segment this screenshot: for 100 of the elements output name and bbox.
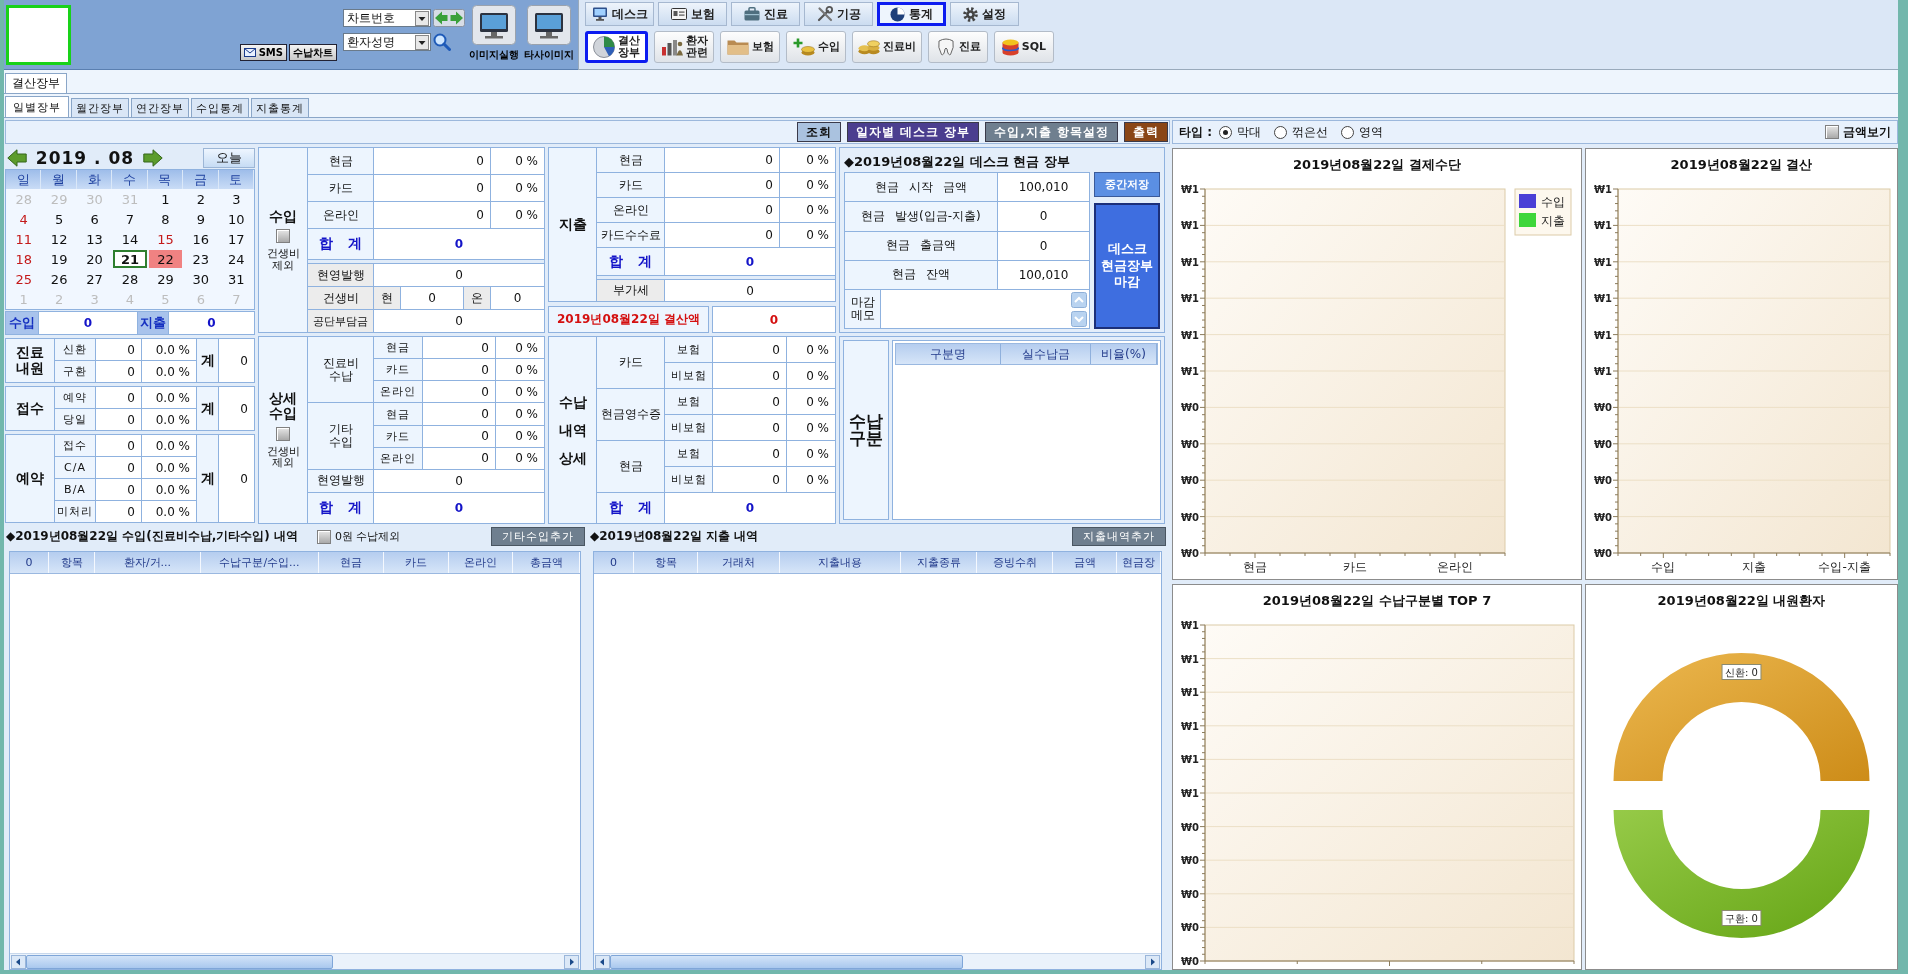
triangle-left-icon[interactable] bbox=[11, 954, 26, 969]
left-right-arrows-icon[interactable] bbox=[433, 9, 465, 27]
calendar-day[interactable]: 29 bbox=[148, 270, 183, 288]
calendar-day[interactable]: 26 bbox=[42, 270, 76, 288]
module-tab[interactable]: 통계 bbox=[877, 2, 946, 26]
toolbar-button[interactable]: 보험 bbox=[720, 31, 780, 63]
chart-button[interactable]: 수납차트 bbox=[289, 44, 337, 61]
count-cell: 0 bbox=[96, 339, 141, 360]
module-tab[interactable]: 기공 bbox=[804, 2, 873, 26]
calendar-day[interactable]: 2 bbox=[184, 190, 218, 208]
module-tab[interactable]: 데스크 bbox=[585, 2, 654, 26]
add-button[interactable]: 지출내역추가 bbox=[1072, 527, 1166, 546]
calendar-day[interactable]: 22 bbox=[148, 250, 183, 268]
checkbox[interactable] bbox=[316, 529, 331, 544]
arrow-left-icon[interactable] bbox=[7, 148, 27, 167]
view-tab[interactable]: 지출통계 bbox=[251, 98, 309, 117]
calendar-day[interactable]: 18 bbox=[7, 250, 41, 268]
calendar-day[interactable]: 14 bbox=[113, 230, 147, 248]
checkbox[interactable] bbox=[1825, 125, 1839, 139]
calendar-day[interactable]: 25 bbox=[7, 270, 41, 288]
action-button[interactable]: 수입,지출 항목설정 bbox=[985, 122, 1118, 142]
checkbox[interactable] bbox=[276, 229, 290, 244]
calendar-day[interactable]: 24 bbox=[219, 250, 253, 268]
checkbox[interactable] bbox=[276, 426, 290, 441]
arrow-right-icon[interactable] bbox=[143, 148, 163, 167]
row-label: 부가세 bbox=[597, 280, 664, 301]
percent-cell: 0 % bbox=[787, 441, 835, 466]
search-icon[interactable] bbox=[433, 33, 451, 51]
calendar-day[interactable]: 15 bbox=[148, 230, 183, 248]
add-button[interactable]: 기타수입추가 bbox=[491, 527, 585, 546]
radio-label: 막대 bbox=[1237, 123, 1261, 141]
module-tab[interactable]: 보험 bbox=[658, 2, 727, 26]
calendar-day[interactable]: 8 bbox=[148, 210, 183, 228]
calendar-day[interactable]: 28 bbox=[113, 270, 147, 288]
calendar-day[interactable]: 13 bbox=[77, 230, 112, 248]
today-button[interactable]: 오늘 bbox=[203, 147, 255, 168]
module-tab[interactable]: 설정 bbox=[950, 2, 1019, 26]
toolbar-button[interactable]: 환자 관련 bbox=[654, 31, 714, 63]
data-label: 구환: 0 bbox=[1721, 910, 1762, 926]
calendar-day[interactable]: 3 bbox=[219, 190, 253, 208]
calendar-day[interactable]: 20 bbox=[77, 250, 112, 268]
scrollbar-thumb[interactable] bbox=[26, 954, 333, 969]
toolbar-button[interactable]: 진료비 bbox=[852, 31, 922, 63]
radio-button[interactable] bbox=[1274, 125, 1287, 139]
view-tab[interactable]: 일별장부 bbox=[5, 96, 69, 117]
calendar-day[interactable]: 1 bbox=[148, 190, 183, 208]
monitor-icon bbox=[472, 5, 516, 45]
weekday-header: 금 bbox=[183, 170, 219, 189]
radio-button[interactable] bbox=[1341, 125, 1354, 139]
calendar-day[interactable]: 11 bbox=[7, 230, 41, 248]
toolbar-button[interactable]: 수입 bbox=[786, 31, 846, 63]
sms-button[interactable]: SMS bbox=[239, 44, 287, 61]
total-label: 계 bbox=[197, 435, 218, 522]
image-button[interactable]: 이미지실행 bbox=[469, 5, 519, 62]
scrollbar-thumb[interactable] bbox=[610, 954, 964, 969]
calendar-day[interactable]: 7 bbox=[113, 210, 147, 228]
action-button[interactable]: 일자별 데스크 장부 bbox=[846, 122, 980, 142]
toolbar-button[interactable]: SQL bbox=[994, 31, 1054, 63]
calendar-day[interactable]: 27 bbox=[77, 270, 112, 288]
calendar-day[interactable]: 16 bbox=[184, 230, 218, 248]
view-tab[interactable]: 수입통계 bbox=[191, 98, 249, 117]
calendar-day[interactable]: 23 bbox=[184, 250, 218, 268]
amount-cell: 0 bbox=[423, 381, 495, 403]
close-ledger-button[interactable]: 데스크 현금장부 마감 bbox=[1094, 203, 1160, 329]
axis-tick-label: ₩0 bbox=[1594, 438, 1612, 450]
calendar-day[interactable]: 30 bbox=[184, 270, 218, 288]
calendar-day[interactable]: 21 bbox=[113, 250, 147, 268]
calendar-day[interactable]: 5 bbox=[42, 210, 76, 228]
calendar-day[interactable]: 12 bbox=[42, 230, 76, 248]
calendar-day[interactable]: 4 bbox=[7, 210, 41, 228]
calendar-day[interactable]: 6 bbox=[77, 210, 112, 228]
module-tab[interactable]: 진료 bbox=[731, 2, 800, 26]
row-label: 비보험 bbox=[665, 467, 712, 492]
triangle-left-icon[interactable] bbox=[595, 954, 610, 969]
image-button[interactable]: 타사이미지 bbox=[524, 5, 574, 62]
amount-cell: 0 bbox=[423, 403, 495, 425]
count-cell: 0 bbox=[96, 409, 141, 430]
triangle-right-icon[interactable] bbox=[1145, 954, 1160, 969]
calendar-day[interactable]: 31 bbox=[219, 270, 253, 288]
action-button[interactable]: 출력 bbox=[1124, 122, 1168, 142]
radio-button[interactable] bbox=[1219, 125, 1232, 139]
view-tab[interactable]: 월간장부 bbox=[71, 98, 129, 117]
chart-number-select[interactable]: 차트번호 bbox=[343, 9, 431, 27]
document-tab[interactable]: 결산장부 bbox=[5, 73, 67, 93]
calendar-day[interactable]: 10 bbox=[219, 210, 253, 228]
triangle-right-icon[interactable] bbox=[564, 954, 579, 969]
axis-tick-label: ₩1 bbox=[1181, 687, 1199, 699]
calendar-day[interactable]: 19 bbox=[42, 250, 76, 268]
amount-cell: 0 bbox=[423, 337, 495, 359]
patient-name-select[interactable]: 환자성명 bbox=[343, 33, 431, 51]
total-label: 계 bbox=[197, 387, 218, 430]
toolbar-button[interactable]: 진료 bbox=[928, 31, 988, 63]
view-tab[interactable]: 연간장부 bbox=[131, 98, 189, 117]
calendar-day[interactable]: 17 bbox=[219, 230, 253, 248]
calendar-day[interactable]: 9 bbox=[184, 210, 218, 228]
section-title: 지출 bbox=[549, 148, 596, 301]
toolbar-button[interactable]: 결산 장부 bbox=[585, 31, 648, 63]
percent-cell: 0.0 % bbox=[142, 339, 196, 360]
action-button[interactable]: 조회 bbox=[796, 122, 841, 142]
row-label: 비보험 bbox=[665, 363, 712, 388]
